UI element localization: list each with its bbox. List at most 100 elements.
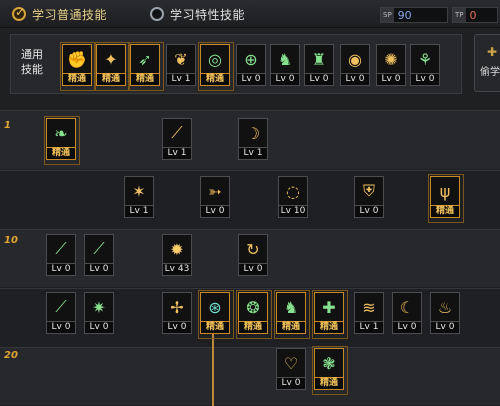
tp-value: 0 [469,8,477,22]
skill-level: Lv 43 [162,263,192,276]
level-marker: 10 [4,235,18,246]
sp-counter: SP 90 [380,7,448,23]
skill-level: Lv 0 [392,321,422,334]
skill-level: Lv 1 [124,205,154,218]
cross-slash-icon: ✢ [162,292,192,322]
radio-empty-icon [150,7,164,21]
normal-skills-label: 学习普通技能 [32,7,108,22]
skill-level: Lv 0 [84,263,114,276]
general-skill-slot[interactable]: ❦ Lv 1 [166,44,196,87]
fist-icon: ✊ [62,44,92,74]
skill-slot[interactable]: ⟋ Lv 0 [46,292,76,335]
row-divider [0,347,500,348]
general-skills-title: 通用 技能 [17,47,47,77]
fire-icon: ✹ [162,234,192,264]
skill-level: 精通 [276,321,306,334]
skill-level: Lv 0 [200,205,230,218]
skill-slot[interactable]: ➳ Lv 0 [200,176,230,219]
leaf-icon: ❧ [46,118,76,148]
plus-icon: ✚ [487,45,498,59]
checked-icon [12,5,26,21]
run-icon: ➶ [130,44,160,74]
stance-icon: ♜ [304,44,334,74]
general-skill-slot[interactable]: ✊ 精通 [60,42,96,91]
skill-slot[interactable]: ⟋ Lv 0 [46,234,76,277]
skill-level: Lv 0 [430,321,460,334]
skill-level: Lv 0 [46,321,76,334]
wave-icon: ≋ [354,292,384,322]
skill-level: Lv 0 [238,263,268,276]
skill-slot[interactable]: ✹ Lv 43 [162,234,192,277]
general-skill-slot[interactable]: ✦ 精通 [94,42,130,91]
skill-level: Lv 0 [340,73,370,86]
skill-slot[interactable]: ✶ Lv 1 [124,176,154,219]
shield-icon: ⛨ [354,176,384,206]
skill-level: Lv 1 [162,147,192,160]
sp-tag: SP [381,8,394,22]
general-skill-slot[interactable]: ◉ Lv 0 [340,44,370,87]
skill-slot[interactable]: ↻ Lv 0 [238,234,268,277]
vortex-icon: ❃ [314,348,344,378]
skill-window: 学习普通技能 学习特性技能 SP 90 TP 0 通用 技能 ✊精通 ✦精通 ➶… [0,0,500,406]
general-skill-slot[interactable]: ✺ Lv 0 [376,44,406,87]
skill-level: 精通 [314,377,344,390]
steal-skill-button[interactable]: ✚ 偷学 [474,34,500,92]
skill-slot[interactable]: ⛨ Lv 0 [354,176,384,219]
general-skill-slot[interactable]: ➶ 精通 [128,42,164,91]
arc-icon: ☽ [238,118,268,148]
tree-row [0,347,500,405]
skill-slot[interactable]: ⟋ Lv 1 [162,118,192,161]
general-title-line2: 技能 [21,63,43,76]
general-skill-slot[interactable]: ⊕ Lv 0 [236,44,266,87]
general-skill-slot[interactable]: ♞ Lv 0 [270,44,300,87]
sp-value: 90 [397,8,412,22]
general-skill-slot[interactable]: ⚘ Lv 0 [410,44,440,87]
skill-level: 精通 [62,73,92,86]
skill-level: Lv 0 [354,205,384,218]
general-skill-slot[interactable]: ♜ Lv 0 [304,44,334,87]
swirl-icon: ◌ [278,176,308,206]
skill-slot[interactable]: ❃ 精通 [312,346,348,395]
skill-level: 精通 [200,321,230,334]
slash-icon: ⟋ [162,118,192,148]
skill-slot[interactable]: ψ 精通 [428,174,464,223]
skill-slot[interactable]: ✚ 精通 [312,290,348,339]
level-marker: 20 [4,350,18,361]
general-skill-slot[interactable]: ◎ 精通 [198,42,234,91]
skill-slot[interactable]: ≋ Lv 1 [354,292,384,335]
skill-slot[interactable]: ⊛ 精通 [198,290,234,339]
skill-slot[interactable]: ♨ Lv 0 [430,292,460,335]
skill-slot[interactable]: ❂ 精通 [236,290,272,339]
holy-cross-icon: ✚ [314,292,344,322]
skill-slot[interactable]: ✢ Lv 0 [162,292,192,335]
tp-tag: TP [453,8,466,22]
skill-slot[interactable]: ☾ Lv 0 [392,292,422,335]
general-title-line1: 通用 [21,48,43,61]
crosshair-icon: ⊕ [236,44,266,74]
skill-slot[interactable]: ◌ Lv 10 [278,176,308,219]
sword-icon: ⟋ [84,234,114,264]
feather-icon: ψ [430,176,460,206]
trait-skills-radio[interactable]: 学习特性技能 [150,5,245,23]
skill-level: Lv 0 [410,73,440,86]
skill-slot[interactable]: ⟋ Lv 0 [84,234,114,277]
skill-level: Lv 0 [162,321,192,334]
skill-slot[interactable]: ♞ 精通 [274,290,310,339]
skill-level: Lv 0 [304,73,334,86]
level-marker: 1 [4,120,11,131]
claw-icon: ✶ [124,176,154,206]
skill-slot[interactable]: ✷ Lv 0 [84,292,114,335]
spiral-icon: ◉ [340,44,370,74]
normal-skills-radio[interactable]: 学习普通技能 [12,5,107,23]
row-divider [0,229,500,230]
skill-level: Lv 1 [354,321,384,334]
cycle-icon: ↻ [238,234,268,264]
skill-slot[interactable]: ☽ Lv 1 [238,118,268,161]
skill-level: 精通 [96,73,126,86]
skill-slot[interactable]: ♡ Lv 0 [276,348,306,391]
skill-level: 精通 [130,73,160,86]
warrior-icon: ♞ [276,292,306,322]
skill-level: 精通 [430,205,460,218]
skill-level: Lv 1 [238,147,268,160]
skill-slot[interactable]: ❧ 精通 [44,116,80,165]
